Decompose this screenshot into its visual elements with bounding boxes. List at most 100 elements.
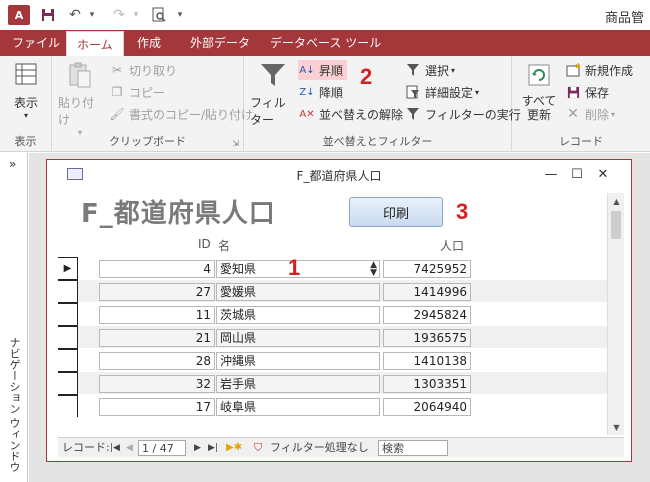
format-painter-button[interactable]: 🖌 書式のコピー/貼り付け	[108, 104, 253, 124]
population-cell[interactable]: 2945824	[383, 306, 471, 324]
population-cell[interactable]: 2064940	[383, 398, 471, 416]
record-selector[interactable]	[58, 372, 78, 395]
svg-text:✱: ✱	[575, 63, 580, 71]
record-selector[interactable]	[58, 280, 78, 303]
name-cell[interactable]: 岡山県	[216, 329, 380, 347]
ribbon-tab-bar: ファイル ホーム 作成 外部データ データベース ツール	[0, 30, 650, 57]
clear-sort-label: 並べ替えの解除	[319, 107, 404, 122]
sort-ascending-label: 昇順	[319, 63, 344, 78]
save-icon[interactable]	[38, 5, 58, 25]
dialog-launcher-icon[interactable]: ⇲	[232, 139, 239, 148]
tab-create[interactable]: 作成	[127, 30, 171, 56]
new-record-button[interactable]: ✱ 新規作成	[564, 60, 633, 80]
table-row[interactable]: ▶ 4 愛知県 ▲ ▼ 7425952	[58, 257, 607, 280]
spinner-icon[interactable]: ▲ ▼	[370, 261, 377, 277]
save-record-button[interactable]: 保存	[564, 82, 609, 102]
record-position-input[interactable]: 1 / 47	[138, 440, 186, 456]
delete-record-button[interactable]: ✕ 削除 ▾	[564, 104, 615, 124]
population-cell[interactable]: 1303351	[383, 375, 471, 393]
record-selector[interactable]	[58, 326, 78, 349]
records-group-label: レコード	[559, 135, 603, 148]
name-cell[interactable]: 岐阜県	[216, 398, 380, 416]
table-row[interactable]: 17 岐阜県 2064940	[58, 395, 607, 418]
scroll-up-icon[interactable]: ▲	[608, 193, 625, 209]
cut-button-label: 切り取り	[129, 63, 178, 78]
scroll-down-icon[interactable]: ▼	[608, 419, 625, 435]
view-button[interactable]: 表示 ▾	[6, 60, 46, 120]
redo-dropdown-icon[interactable]: ▾	[130, 5, 142, 25]
id-cell[interactable]: 32	[99, 375, 215, 393]
name-cell[interactable]: 岩手県	[216, 375, 380, 393]
advanced-filter-label: 詳細設定	[425, 85, 474, 100]
population-cell[interactable]: 7425952	[383, 260, 471, 278]
navigation-pane: » ナビゲーション ウィンドウ	[0, 153, 28, 482]
expand-chevron-icon[interactable]: »	[9, 157, 16, 171]
refresh-all-button[interactable]: すべて更新	[516, 60, 562, 122]
close-icon[interactable]: ✕	[593, 164, 613, 184]
filter-status[interactable]: フィルター処理なし	[270, 440, 369, 456]
name-cell[interactable]: 茨城県	[216, 306, 380, 324]
id-cell[interactable]: 28	[99, 352, 215, 370]
table-row[interactable]: 32 岩手県 1303351	[58, 372, 607, 395]
table-row[interactable]: 11 茨城県 2945824	[58, 303, 607, 326]
record-selector[interactable]	[58, 303, 78, 326]
scissors-icon: ✂	[111, 63, 123, 77]
id-cell[interactable]: 11	[99, 306, 215, 324]
cut-button[interactable]: ✂ 切り取り	[108, 60, 177, 80]
copy-button[interactable]: ❐ コピー	[108, 82, 165, 102]
search-input[interactable]: 検索	[378, 440, 448, 456]
column-header-id: ID	[198, 237, 211, 251]
name-cell[interactable]: 愛媛県	[216, 283, 380, 301]
record-selector[interactable]	[58, 395, 78, 418]
scroll-thumb[interactable]	[611, 211, 621, 239]
maximize-icon[interactable]: ☐	[567, 164, 587, 184]
next-record-icon[interactable]: ▶	[194, 440, 201, 456]
paste-button[interactable]: 貼り付け ▾	[58, 60, 102, 137]
filter-button[interactable]: フィルター	[250, 60, 296, 128]
first-record-icon[interactable]: |◀	[110, 440, 120, 456]
table-row[interactable]: 27 愛媛県 1414996	[58, 280, 607, 303]
no-filter-icon[interactable]: ⛉	[254, 440, 262, 456]
save-icon	[564, 84, 582, 100]
print-button[interactable]: 印刷	[349, 197, 443, 227]
record-selector-current-icon[interactable]: ▶	[58, 257, 78, 280]
paintbrush-icon: 🖌	[109, 107, 125, 121]
previous-record-icon[interactable]: ◀	[126, 440, 133, 456]
name-cell[interactable]: 沖縄県	[216, 352, 380, 370]
annotation-2: 2	[360, 64, 373, 89]
table-row[interactable]: 28 沖縄県 1410138	[58, 349, 607, 372]
population-cell[interactable]: 1410138	[383, 352, 471, 370]
record-selector[interactable]	[58, 349, 78, 372]
redo-icon[interactable]: ↷	[108, 5, 130, 25]
new-record-nav-icon[interactable]: ▶✱	[226, 440, 242, 456]
id-cell[interactable]: 21	[99, 329, 215, 347]
selection-button[interactable]: 選択 ▾	[404, 60, 455, 80]
advanced-filter-button[interactable]: 詳細設定 ▾	[404, 82, 479, 102]
sort-ascending-button[interactable]: A↓ 昇順	[298, 60, 348, 80]
table-row[interactable]: 21 岡山県 1936575	[58, 326, 607, 349]
last-record-icon[interactable]: ▶|	[208, 440, 218, 456]
toggle-filter-button[interactable]: フィルターの実行	[404, 104, 521, 124]
tab-database-tools[interactable]: データベース ツール	[260, 30, 391, 56]
minimize-icon[interactable]: —	[541, 164, 561, 184]
selection-filter-icon	[404, 62, 422, 78]
id-cell[interactable]: 17	[99, 398, 215, 416]
copy-icon: ❐	[111, 85, 123, 99]
sort-descending-button[interactable]: Z↓ 降順	[298, 82, 343, 102]
population-cell[interactable]: 1936575	[383, 329, 471, 347]
clear-sort-button[interactable]: A✕ 並べ替えの解除	[298, 104, 403, 124]
population-cell[interactable]: 1414996	[383, 283, 471, 301]
print-preview-icon[interactable]	[148, 5, 170, 25]
customize-toolbar-icon[interactable]: ▾	[174, 5, 186, 25]
refresh-all-label: すべて更新	[521, 94, 557, 122]
tab-file[interactable]: ファイル	[2, 30, 70, 56]
undo-dropdown-icon[interactable]: ▾	[86, 5, 98, 25]
id-cell[interactable]: 4	[99, 260, 215, 278]
delete-icon: ✕	[567, 106, 579, 122]
tab-home[interactable]: ホーム	[66, 31, 124, 57]
id-cell[interactable]: 27	[99, 283, 215, 301]
tab-external-data[interactable]: 外部データ	[180, 30, 260, 56]
vertical-scrollbar[interactable]: ▲ ▼	[607, 193, 624, 435]
undo-icon[interactable]: ↶	[64, 5, 86, 25]
sort-filter-group-label: 並べ替えとフィルター	[322, 135, 433, 148]
